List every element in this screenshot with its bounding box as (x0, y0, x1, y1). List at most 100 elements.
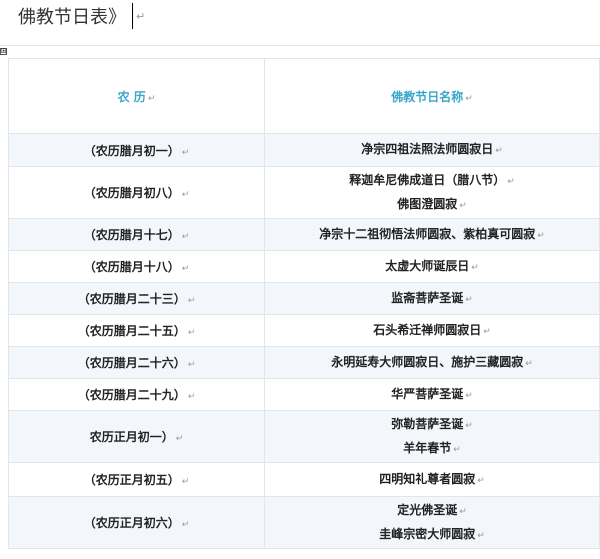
lunar-date-text: （农历腊月二十三） (77, 292, 186, 306)
festival-name-text: 净宗十二祖彻悟法师圆寂、紫柏真可圆寂 (319, 226, 536, 241)
lunar-date-text: （农历腊月二十五） (77, 324, 186, 338)
table-row: （农历腊月十八） ↵ 太虚大师诞辰日 ↵ (8, 250, 600, 283)
festival-name-line: 太虚大师诞辰日 ↵ (271, 255, 593, 279)
festival-name-text: 佛图澄圆寂 (397, 196, 458, 211)
lunar-date-text: 农历正月初一） (89, 430, 174, 444)
lunar-date-cell: 农历正月初一） ↵ (8, 410, 265, 463)
lunar-date-cell: （农历腊月二十九） ↵ (8, 378, 265, 411)
paragraph-mark-icon: ↵ (181, 264, 190, 274)
paragraph-mark-icon: ↵ (465, 294, 473, 305)
table-row: （农历腊月二十九） ↵ 华严菩萨圣诞 ↵ (8, 378, 600, 411)
paragraph-mark-icon: ↵ (459, 506, 467, 517)
festival-name-line: 净宗十二祖彻悟法师圆寂、紫柏真可圆寂 ↵ (271, 223, 593, 247)
paragraph-mark-icon: ↵ (459, 200, 467, 211)
festival-name-line: 永明延寿大师圆寂日、施护三藏圆寂 ↵ (271, 351, 593, 375)
festival-name-text: 净宗四祖法照法师圆寂日 (361, 142, 494, 156)
lunar-date-cell: （农历正月初六） ↵ (8, 496, 265, 549)
paragraph-mark-icon: ↵ (471, 262, 479, 273)
lunar-date-text: （农历正月初五） (83, 473, 180, 487)
festival-name-cell: 监斋菩萨圣诞 ↵ (264, 282, 600, 315)
paragraph-mark-icon: ↵ (147, 93, 156, 104)
page-divider (0, 45, 600, 46)
lunar-date-text: （农历腊月初一） (83, 143, 180, 158)
festival-name-text: 圭峰宗密大师圆寂 (379, 526, 476, 541)
paragraph-mark-icon: ↵ (507, 176, 515, 187)
document-title: 佛教节日表》 ↵ (18, 3, 145, 29)
paragraph-mark-icon: ↵ (136, 9, 146, 23)
paragraph-mark-icon: ↵ (537, 230, 545, 241)
header-cell-lunar-date: 农 历 ↵ (8, 58, 265, 134)
table-header-row: 农 历 ↵ 佛教节日名称 ↵ (8, 58, 600, 134)
paragraph-mark-icon: ↵ (453, 444, 461, 455)
festival-name-line: 定光佛圣诞 ↵ (271, 499, 593, 523)
festival-name-line: 四明知礼尊者圆寂 ↵ (271, 468, 593, 492)
paragraph-mark-icon: ↵ (181, 477, 190, 487)
lunar-date-cell: （农历腊月十八） ↵ (8, 250, 265, 283)
header-label: 农 历 (117, 89, 146, 104)
table-row: （农历腊月初一） ↵ 净宗四祖法照法师圆寂日 ↵ (8, 133, 600, 167)
paragraph-mark-icon: ↵ (181, 232, 190, 242)
paragraph-mark-icon: ↵ (187, 328, 196, 338)
festival-name-line: 羊年春节 ↵ (271, 437, 593, 461)
paragraph-mark-icon: ↵ (465, 390, 473, 401)
header-cell-festival-name: 佛教节日名称 ↵ (264, 58, 600, 134)
paragraph-mark-icon: ↵ (465, 420, 473, 431)
festival-name-cell: 净宗四祖法照法师圆寂日 ↵ (264, 133, 600, 167)
festival-name-text: 监斋菩萨圣诞 (391, 290, 464, 305)
lunar-date-text: （农历腊月十七） (83, 228, 180, 242)
table-row: （农历正月初六） ↵ 定光佛圣诞 ↵ 圭峰宗密大师圆寂 ↵ (8, 496, 600, 549)
festival-name-text: 羊年春节 (403, 440, 452, 455)
festival-name-cell: 定光佛圣诞 ↵ 圭峰宗密大师圆寂 ↵ (264, 496, 600, 549)
festival-name-cell: 太虚大师诞辰日 ↵ (264, 250, 600, 283)
paragraph-mark-icon: ↵ (465, 93, 473, 104)
table-row: （农历腊月二十六） ↵ 永明延寿大师圆寂日、施护三藏圆寂 ↵ (8, 346, 600, 379)
festival-name-line: 佛图澄圆寂 ↵ (271, 193, 593, 217)
festival-name-text: 石头希迁禅师圆寂日 (373, 322, 482, 337)
festival-table: 农 历 ↵ 佛教节日名称 ↵ （农历腊月初一） ↵ 净宗四祖法照法师圆寂日 ↵ （农历腊月初… (8, 58, 600, 549)
festival-name-cell: 永明延寿大师圆寂日、施护三藏圆寂 ↵ (264, 346, 600, 379)
festival-name-cell: 四明知礼尊者圆寂 ↵ (264, 462, 600, 497)
festival-name-line: 圭峰宗密大师圆寂 ↵ (271, 523, 593, 547)
paragraph-mark-icon: ↵ (181, 190, 190, 200)
lunar-date-cell: （农历腊月二十三） ↵ (8, 282, 265, 315)
festival-name-cell: 弥勒菩萨圣诞 ↵ 羊年春节 ↵ (264, 410, 600, 463)
lunar-date-text: （农历腊月二十九） (77, 388, 186, 402)
festival-name-text: 定光佛圣诞 (397, 502, 458, 517)
festival-name-line: 监斋菩萨圣诞 ↵ (271, 287, 593, 311)
table-row: （农历腊月十七） ↵ 净宗十二祖彻悟法师圆寂、紫柏真可圆寂 ↵ (8, 218, 600, 251)
text-cursor (132, 3, 133, 29)
paragraph-mark-icon: ↵ (477, 530, 485, 541)
paragraph-mark-icon: ↵ (495, 146, 503, 156)
paragraph-mark-icon: ↵ (181, 147, 190, 158)
festival-name-line: 净宗四祖法照法师圆寂日 ↵ (271, 138, 593, 162)
festival-name-text: 弥勒菩萨圣诞 (391, 416, 464, 431)
lunar-date-text: （农历腊月十八） (83, 260, 180, 274)
festival-name-cell: 石头希迁禅师圆寂日 ↵ (264, 314, 600, 347)
table-row: （农历腊月二十五） ↵ 石头希迁禅师圆寂日 ↵ (8, 314, 600, 347)
festival-name-cell: 释迦牟尼佛成道日（腊八节） ↵ 佛图澄圆寂 ↵ (264, 166, 600, 219)
paragraph-mark-icon: ↵ (525, 358, 533, 369)
paragraph-mark-icon: ↵ (175, 434, 184, 444)
festival-name-text: 华严菩萨圣诞 (391, 386, 464, 401)
lunar-date-cell: （农历腊月二十六） ↵ (8, 346, 265, 379)
paragraph-mark-icon: ↵ (181, 520, 190, 530)
lunar-date-text: （农历腊月初八） (83, 186, 180, 200)
lunar-date-cell: （农历腊月初八） ↵ (8, 166, 265, 219)
paragraph-mark-icon: ↵ (187, 296, 196, 306)
festival-name-line: 弥勒菩萨圣诞 ↵ (271, 413, 593, 437)
festival-name-cell: 华严菩萨圣诞 ↵ (264, 378, 600, 411)
lunar-date-text: （农历正月初六） (83, 516, 180, 530)
lunar-date-cell: （农历腊月初一） ↵ (8, 133, 265, 167)
festival-name-cell: 净宗十二祖彻悟法师圆寂、紫柏真可圆寂 ↵ (264, 218, 600, 251)
table-row: （农历腊月初八） ↵ 释迦牟尼佛成道日（腊八节） ↵ 佛图澄圆寂 ↵ (8, 166, 600, 219)
festival-name-text: 四明知礼尊者圆寂 (379, 471, 476, 486)
table-move-handle-icon[interactable]: ⊞ (0, 48, 7, 55)
lunar-date-text: （农历腊月二十六） (77, 356, 186, 370)
header-label: 佛教节日名称 (391, 89, 464, 104)
lunar-date-cell: （农历腊月十七） ↵ (8, 218, 265, 251)
paragraph-mark-icon: ↵ (187, 392, 196, 402)
festival-name-text: 太虚大师诞辰日 (385, 258, 470, 273)
table-row: （农历腊月二十三） ↵ 监斋菩萨圣诞 ↵ (8, 282, 600, 315)
festival-name-line: 华严菩萨圣诞 ↵ (271, 383, 593, 407)
paragraph-mark-icon: ↵ (483, 326, 491, 337)
